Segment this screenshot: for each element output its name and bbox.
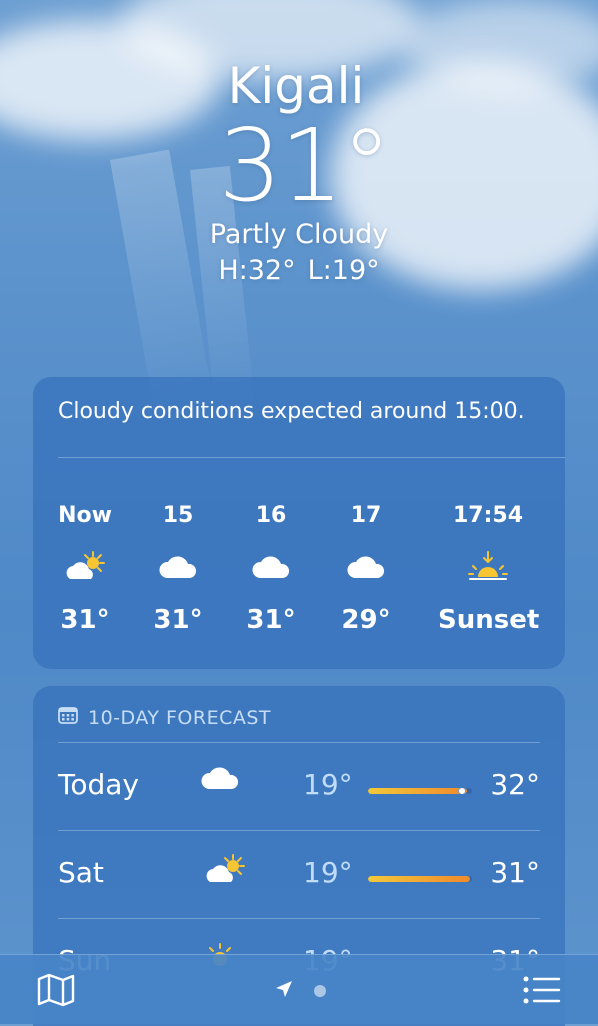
temperature-range-bar [368,876,472,882]
hourly-time: 17:54 [452,503,524,528]
low-temperature: L:19° [307,255,380,286]
temperature-range-bar [368,788,472,794]
page-indicator[interactable] [274,979,326,1003]
sun-behind-cloud-icon [40,547,130,587]
hourly-time: 15 [162,503,194,528]
forecast-header: 10-DAY FORECAST [58,706,271,729]
hourly-temp: 29° [341,605,391,635]
hourly-forecast-card[interactable]: Cloudy conditions expected around 15:00.… [33,377,565,669]
forecast-day: Today [58,768,139,801]
page-dot[interactable] [314,985,326,997]
hourly-time: 17 [350,503,382,528]
current-weather-header: Kigali 31° Partly Cloudy H:32° L:19° [0,56,598,288]
cloud-icon [321,547,411,587]
forecast-row-sat[interactable]: Sat 19° 31° [58,830,540,918]
hourly-time: Now [58,503,112,528]
hourly-time: 16 [255,503,287,528]
hourly-item-sunset[interactable]: 17:54 Sunset [438,503,540,635]
forecast-low: 19° [303,768,353,801]
temperature-range-fill [368,876,470,882]
hourly-item-17[interactable]: 17 29° [321,503,411,635]
hourly-temp: 31° [153,605,203,635]
hourly-item-15[interactable]: 15 31° [133,503,223,635]
cloud-icon [226,547,316,587]
hourly-temp: 31° [60,605,110,635]
high-temperature: H:32° [218,255,296,286]
map-icon[interactable] [36,972,76,1012]
divider [58,457,565,458]
cloud-icon [133,547,223,587]
cloud-icon [200,764,240,796]
hourly-temp: Sunset [438,605,540,635]
list-icon[interactable] [522,975,562,1009]
hourly-temp: 31° [246,605,296,635]
hourly-item-16[interactable]: 16 31° [226,503,316,635]
forecast-row-today[interactable]: Today 19° 32° [58,742,540,830]
location-arrow-icon[interactable] [274,979,294,1003]
calendar-icon [58,706,78,729]
sunset-icon [438,547,538,587]
forecast-low: 19° [303,856,353,889]
bottom-toolbar [0,954,598,1024]
condition-label: Partly Cloudy [209,219,389,250]
forecast-high: 31° [490,856,540,889]
hourly-summary: Cloudy conditions expected around 15:00. [58,399,525,424]
high-low-temperature: H:32° L:19° [0,254,598,288]
hourly-item-now[interactable]: Now 31° [40,503,130,635]
current-temperature-dot [457,788,466,794]
forecast-header-label: 10-DAY FORECAST [88,706,272,729]
sun-behind-cloud-icon [200,852,250,892]
current-temperature: 31° [218,107,391,224]
forecast-day: Sat [58,856,104,889]
temperature-range-fill [368,788,467,794]
forecast-high: 32° [490,768,540,801]
